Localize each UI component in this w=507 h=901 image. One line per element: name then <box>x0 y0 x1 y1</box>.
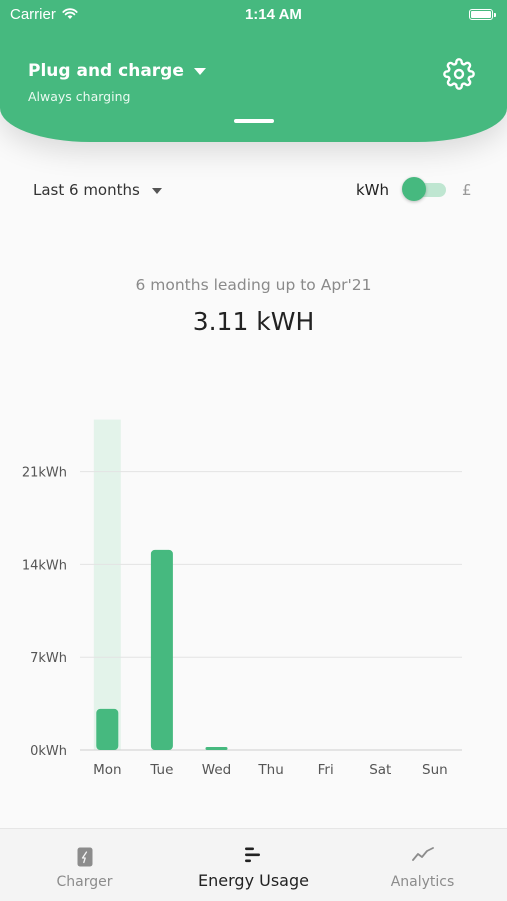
y-tick-label: 7kWh <box>30 651 67 666</box>
x-tick-label: Sat <box>369 762 391 778</box>
status-time: 1:14 AM <box>244 5 302 23</box>
nav-energy-usage[interactable]: Energy Usage <box>169 829 338 901</box>
bar <box>96 708 119 750</box>
filter-row: Last 6 months kWh £ <box>0 175 507 205</box>
x-tick-label: Thu <box>257 762 283 778</box>
bar <box>150 549 173 750</box>
y-tick-label: 14kWh <box>22 558 67 573</box>
charge-mode-title: Plug and charge <box>28 61 184 81</box>
period-label: Last 6 months <box>33 181 140 199</box>
bars-icon <box>244 847 260 863</box>
x-tick-label: Sun <box>422 762 448 778</box>
nav-charger-label: Charger <box>56 874 113 890</box>
status-left: Carrier <box>10 6 78 23</box>
bar <box>205 747 228 750</box>
bottom-nav: Charger Energy Usage Analytics <box>0 828 507 901</box>
unit-pound-label: £ <box>462 181 472 199</box>
wifi-icon <box>62 8 78 19</box>
unit-kwh-label: kWh <box>356 181 390 199</box>
unit-toggle[interactable] <box>402 177 448 201</box>
phone-icon <box>77 847 92 867</box>
nav-analytics[interactable]: Analytics <box>338 829 507 901</box>
gear-icon <box>443 58 475 90</box>
battery-icon <box>469 8 496 20</box>
y-tick-label: 0kWh <box>30 744 67 759</box>
highlight-column <box>93 419 121 750</box>
trend-line-icon <box>411 847 434 861</box>
chevron-down-icon <box>151 188 162 194</box>
summary-caption: 6 months leading up to Apr'21 <box>135 276 372 294</box>
x-tick-label: Fri <box>318 762 334 778</box>
period-dropdown[interactable]: Last 6 months <box>33 181 162 199</box>
nav-energy-usage-label: Energy Usage <box>198 871 309 890</box>
charge-mode-subtitle: Always charging <box>28 89 131 104</box>
toggle-knob <box>402 177 426 201</box>
summary-total: 3.11 kWH <box>192 307 315 336</box>
nav-analytics-label: Analytics <box>390 874 455 890</box>
nav-charger[interactable]: Charger <box>0 829 169 901</box>
energy-bar-chart: 0kWh 7kWh 14kWh 21kWh Mon Tue Wed Thu Fri Sat Sun <box>22 419 462 778</box>
drag-handle[interactable] <box>234 119 274 123</box>
x-tick-label: Mon <box>93 762 121 778</box>
x-tick-label: Tue <box>149 762 173 778</box>
carrier-label: Carrier <box>10 5 56 23</box>
settings-button[interactable] <box>443 58 475 90</box>
y-tick-label: 21kWh <box>22 466 67 481</box>
x-tick-label: Wed <box>202 762 231 778</box>
charge-mode-dropdown[interactable]: Plug and charge <box>28 61 206 81</box>
status-bar: Carrier 1:14 AM <box>0 0 507 28</box>
chevron-down-icon <box>193 67 206 75</box>
